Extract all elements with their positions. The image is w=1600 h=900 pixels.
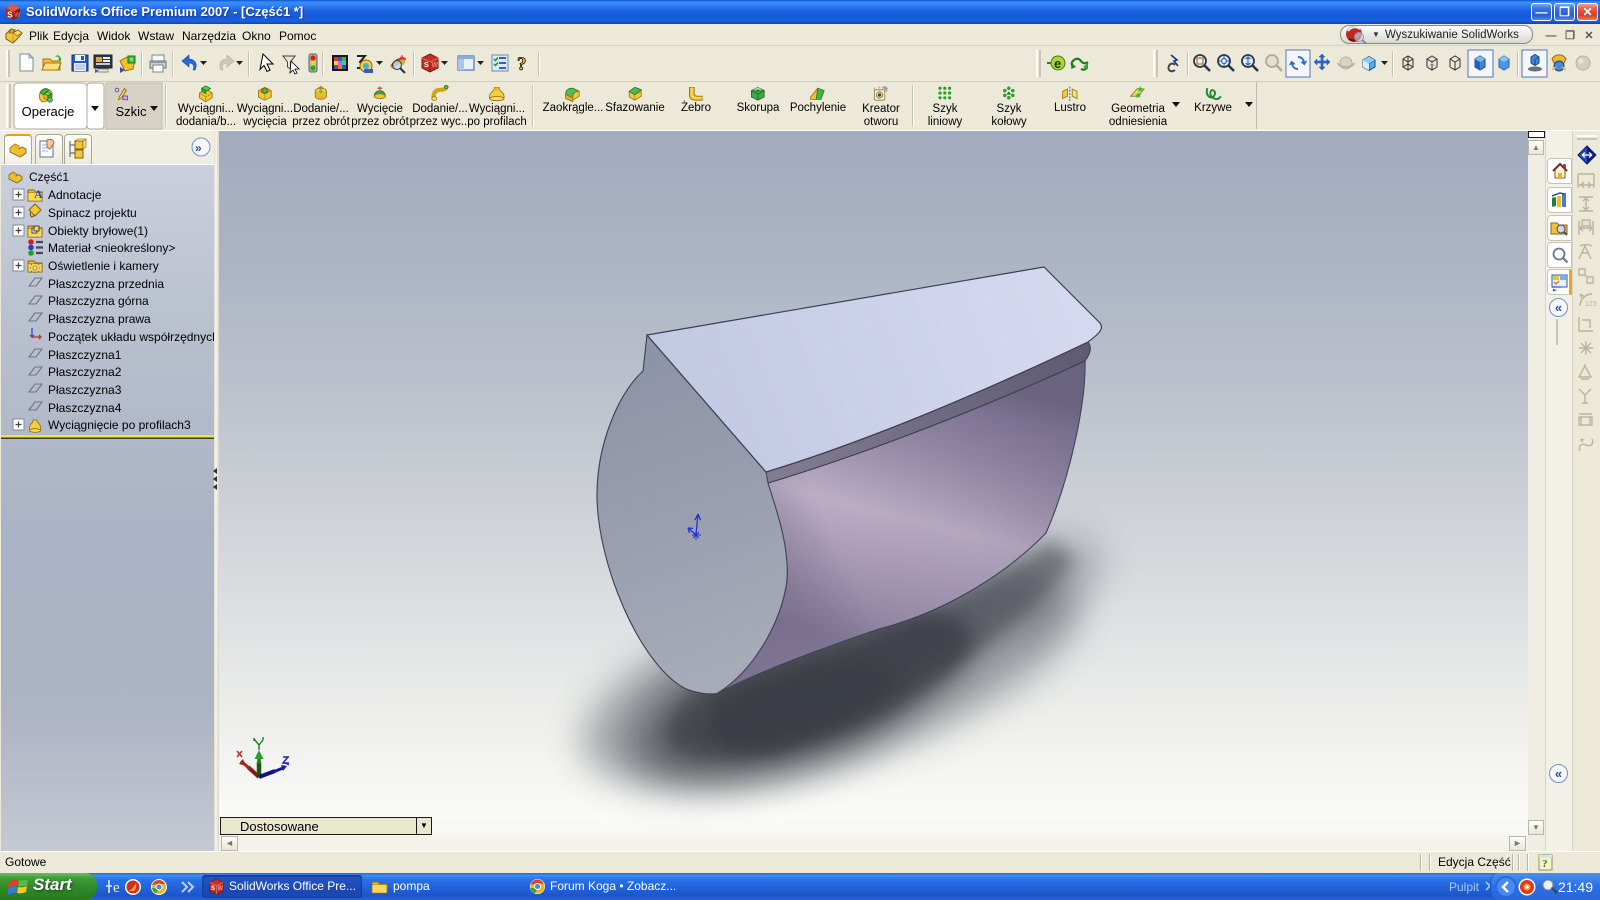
svg-text:e: e — [113, 880, 120, 896]
svg-text:123: 123 — [1585, 301, 1597, 308]
svg-text:S: S — [7, 11, 13, 20]
svg-text:?: ? — [1542, 858, 1548, 870]
svg-text:»: » — [195, 141, 202, 155]
svg-text:W: W — [14, 12, 21, 19]
svg-text:W: W — [217, 886, 223, 892]
svg-text:S: S — [211, 886, 215, 892]
svg-text:A: A — [34, 187, 43, 201]
